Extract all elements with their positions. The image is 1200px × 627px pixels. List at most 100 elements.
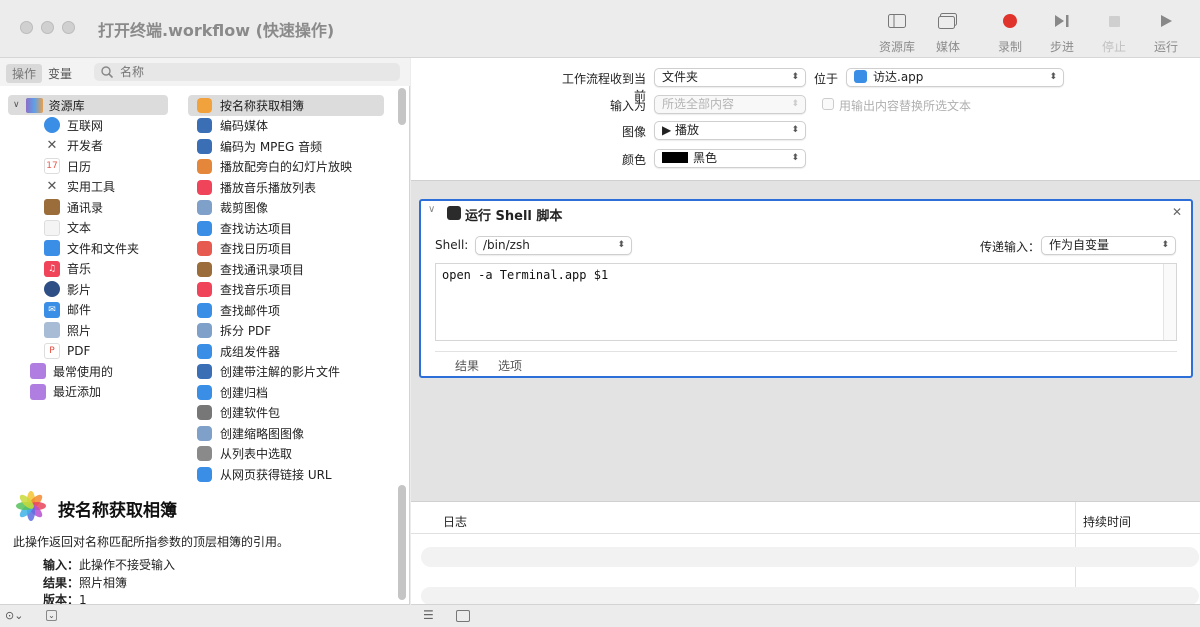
color-popup[interactable]: 黑色 ⬍: [654, 149, 806, 168]
action-item[interactable]: 创建缩略图图像: [188, 423, 384, 444]
quicktime-icon: [197, 118, 212, 134]
pdf-icon: P: [44, 342, 60, 359]
movie-icon: [44, 281, 60, 298]
contacts-icon: [197, 261, 212, 277]
category-item[interactable]: 通讯录: [8, 197, 168, 218]
action-item[interactable]: 播放音乐播放列表: [188, 177, 384, 198]
action-item[interactable]: 查找访达项目: [188, 218, 384, 239]
zoom-window-button[interactable]: [62, 21, 75, 34]
category-item[interactable]: ✕ 实用工具: [8, 177, 168, 198]
library-pane: 操作 变量 ∨ 资源库 互联网 ✕开发者 17日历 ✕实用工具 通讯录 文本 文…: [0, 58, 410, 607]
description-input: 输入：此操作不接受输入: [43, 558, 176, 572]
library-root[interactable]: ∨ 资源库: [8, 95, 168, 115]
tab-results[interactable]: 结果: [455, 357, 479, 374]
category-item[interactable]: 文本: [8, 218, 168, 239]
action-item[interactable]: 拆分 PDF: [188, 321, 384, 342]
library-button[interactable]: 资源库: [871, 10, 923, 55]
script-text[interactable]: open -a Terminal.app $1: [436, 264, 1176, 286]
category-item[interactable]: 照片: [8, 320, 168, 341]
log-row: [421, 547, 1199, 567]
media-button-label: 媒体: [935, 40, 960, 54]
action-item[interactable]: 查找音乐项目: [188, 280, 384, 301]
more-options-icon[interactable]: ⊙⌄: [5, 609, 23, 622]
input-is-label: 输入为: [609, 99, 646, 113]
image-popup[interactable]: ▶ 播放 ⬍: [654, 121, 806, 140]
record-button[interactable]: 录制: [984, 10, 1036, 55]
split-view-icon[interactable]: [456, 610, 470, 622]
close-window-button[interactable]: [20, 21, 33, 34]
contacts-icon: [44, 199, 60, 216]
updown-arrows-icon: ⬍: [617, 240, 625, 250]
stop-button[interactable]: 停止: [1088, 10, 1140, 55]
finder-icon: [854, 70, 867, 83]
chevron-down-icon[interactable]: ∨: [428, 204, 435, 215]
tab-actions[interactable]: 操作: [6, 64, 43, 83]
pass-input-popup[interactable]: 作为自变量 ⬍: [1041, 236, 1176, 255]
search-field[interactable]: [94, 63, 400, 81]
shell-script-action[interactable]: ∨ 运行 Shell 脚本 ✕ Shell: /bin/zsh ⬍ 传递输入： 作…: [419, 199, 1193, 378]
category-item[interactable]: P PDF: [8, 341, 168, 362]
action-item[interactable]: 从列表中选取: [188, 444, 384, 465]
smart-folder-item[interactable]: 最常使用的: [8, 361, 168, 382]
action-item[interactable]: 从网页获得链接 URL: [188, 464, 384, 485]
minimize-window-button[interactable]: [41, 21, 54, 34]
tools-icon: ✕: [46, 138, 58, 154]
script-scrollbar[interactable]: [1163, 264, 1176, 340]
category-item[interactable]: 影片: [8, 279, 168, 300]
title-bar: 打开终端.workflow (快速操作) 资源库 媒体 录制 步进 停止 运行: [0, 0, 1200, 58]
chevron-down-icon[interactable]: ∨: [13, 100, 20, 110]
library-label: 资源库: [48, 98, 85, 113]
action-item[interactable]: 查找通讯录项目: [188, 259, 384, 280]
action-item[interactable]: 裁剪图像: [188, 198, 384, 219]
stop-icon: [1108, 10, 1120, 32]
close-icon[interactable]: ✕: [1172, 205, 1182, 219]
application-popup[interactable]: 访达.app ⬍: [846, 68, 1064, 87]
action-item[interactable]: 编码媒体: [188, 116, 384, 137]
action-item[interactable]: 查找日历项目: [188, 239, 384, 260]
library-segmented-control: 操作 变量: [6, 64, 78, 83]
action-item[interactable]: 查找邮件项: [188, 300, 384, 321]
category-item[interactable]: ✕ 开发者: [8, 136, 168, 157]
play-icon: [1160, 10, 1172, 32]
list-view-icon[interactable]: ☰: [423, 608, 434, 622]
window-title: 打开终端.workflow (快速操作): [98, 21, 335, 40]
input-is-popup[interactable]: 所选全部内容 ⬍: [654, 95, 806, 114]
category-scrollbar[interactable]: [398, 88, 406, 125]
action-item[interactable]: 成组发件器: [188, 341, 384, 362]
script-editor[interactable]: open -a Terminal.app $1: [435, 263, 1177, 341]
action-item[interactable]: 创建归档: [188, 382, 384, 403]
tab-options[interactable]: 选项: [498, 357, 522, 374]
text-icon: [44, 219, 60, 236]
description-result: 结果：照片相簿: [43, 576, 128, 590]
log-column-header[interactable]: 日志: [443, 513, 467, 530]
action-item[interactable]: 播放配旁白的幻灯片放映: [188, 157, 384, 178]
library-button-label: 资源库: [878, 40, 915, 54]
action-item[interactable]: 创建带注解的影片文件: [188, 362, 384, 383]
search-input[interactable]: [120, 64, 380, 80]
tab-variables[interactable]: 变量: [42, 64, 78, 83]
description-toggle-icon[interactable]: ⌄: [46, 610, 57, 621]
media-button[interactable]: 媒体: [922, 10, 974, 55]
duration-column-header[interactable]: 持续时间: [1083, 513, 1131, 530]
run-button[interactable]: 运行: [1140, 10, 1192, 55]
description-scrollbar[interactable]: [398, 485, 406, 600]
log-header: 日志 持续时间: [411, 502, 1200, 605]
category-item[interactable]: 文件和文件夹: [8, 238, 168, 259]
action-item[interactable]: 按名称获取相簿: [188, 95, 384, 116]
category-item[interactable]: 互联网: [8, 115, 168, 136]
shell-popup[interactable]: /bin/zsh ⬍: [475, 236, 632, 255]
step-button[interactable]: 步进: [1036, 10, 1088, 55]
category-item[interactable]: ♫ 音乐: [8, 259, 168, 280]
folder-icon: [30, 383, 46, 400]
media-icon: [938, 10, 958, 32]
finder-icon: [44, 240, 60, 257]
replace-checkbox[interactable]: [822, 98, 834, 110]
action-item[interactable]: 创建软件包: [188, 403, 384, 424]
safari-icon: [197, 466, 212, 482]
preview-icon: [197, 425, 212, 441]
action-item[interactable]: 编码为 MPEG 音频: [188, 136, 384, 157]
category-item[interactable]: 17 日历: [8, 156, 168, 177]
description-title: 按名称获取相簿: [58, 501, 177, 521]
category-item[interactable]: ✉ 邮件: [8, 300, 168, 321]
smart-folder-item[interactable]: 最近添加: [8, 382, 168, 403]
